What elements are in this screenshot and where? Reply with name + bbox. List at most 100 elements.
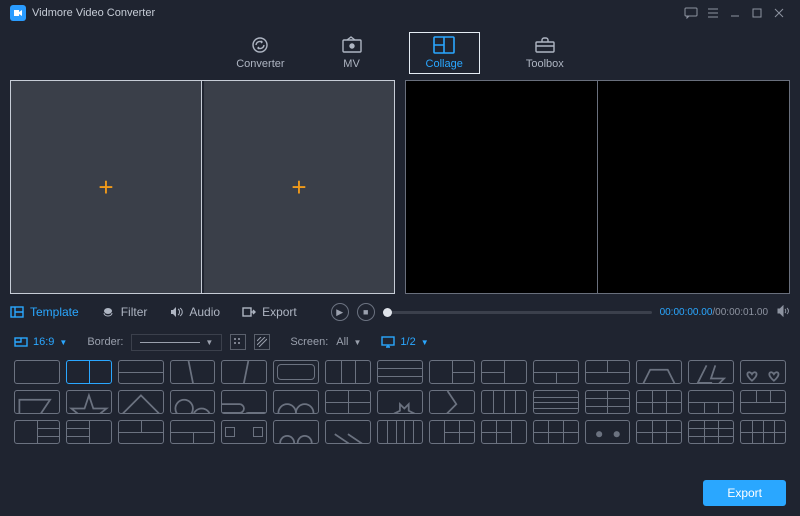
tpl-2sq-inset[interactable] (221, 420, 267, 444)
tpl-3x3-partial[interactable] (636, 420, 682, 444)
tpl-burst[interactable] (377, 390, 423, 414)
tpl-bolt-inset[interactable] (688, 360, 734, 384)
tpl-rounded-inset[interactable] (273, 360, 319, 384)
subtab-export[interactable]: Export (242, 305, 297, 319)
toolbox-icon (534, 36, 556, 54)
collage-cell-1[interactable]: + (11, 81, 202, 293)
tpl-2circles-b[interactable] (273, 390, 319, 414)
maximize-button[interactable] (746, 2, 768, 24)
export-icon (242, 306, 256, 318)
subtab-row: Template Filter Audio Export ▶ ■ 00:00:0… (0, 298, 800, 326)
tpl-t-right[interactable] (481, 360, 527, 384)
tpl-3x1[interactable] (377, 360, 423, 384)
tpl-t-left[interactable] (429, 360, 475, 384)
export-button[interactable]: Export (703, 480, 786, 506)
subtab-template[interactable]: Template (10, 305, 79, 319)
seek-track[interactable] (383, 311, 652, 314)
tpl-flag[interactable] (14, 390, 60, 414)
border-color-button[interactable] (230, 334, 246, 350)
tpl-2circ-inset[interactable] (273, 420, 319, 444)
tpl-quad-b[interactable] (170, 420, 216, 444)
tpl-4x2[interactable] (740, 420, 786, 444)
minimize-button[interactable] (724, 2, 746, 24)
preview-cell-1 (406, 81, 598, 293)
subtab-filter[interactable]: Filter (101, 305, 148, 319)
top-nav: Converter MV Collage Toolbox (0, 26, 800, 80)
filter-icon (101, 306, 115, 318)
border-pattern-button[interactable] (254, 334, 270, 350)
aspect-ratio-select[interactable]: 16:9 ▼ (14, 336, 67, 348)
tpl-hex-inset[interactable] (636, 360, 682, 384)
tpl-puzzle[interactable] (221, 390, 267, 414)
tpl-2x2[interactable] (325, 390, 371, 414)
volume-icon[interactable] (776, 305, 790, 319)
options-row: 16:9 ▼ Border: ▼ Screen: All ▼ 1/2 ▼ (0, 326, 800, 358)
tpl-1x4[interactable] (481, 390, 527, 414)
tpl-2x1[interactable] (118, 360, 164, 384)
tpl-t-top[interactable] (533, 360, 579, 384)
close-button[interactable] (768, 2, 790, 24)
screen-select[interactable]: All ▼ (336, 336, 361, 348)
screen-label: Screen: (290, 336, 328, 348)
page-select[interactable]: 1/2 ▼ (381, 336, 428, 348)
stop-button[interactable]: ■ (357, 303, 375, 321)
chevron-down-icon: ▼ (59, 338, 67, 347)
tpl-4x1[interactable] (533, 390, 579, 414)
tpl-1x5[interactable] (377, 420, 423, 444)
monitor-icon (381, 336, 395, 348)
tpl-star[interactable] (66, 390, 112, 414)
tab-toolbox[interactable]: Toolbox (516, 32, 574, 74)
app-logo-icon (10, 5, 26, 21)
tpl-grid-mixed-a[interactable] (688, 390, 734, 414)
tpl-hearts[interactable] (740, 360, 786, 384)
preview-cell-2 (598, 81, 789, 293)
tpl-diamond[interactable] (118, 390, 164, 414)
tpl-arrows[interactable] (325, 420, 371, 444)
tpl-t-bottom[interactable] (585, 360, 631, 384)
tpl-grid-3x3[interactable] (688, 420, 734, 444)
tpl-3x2c[interactable] (481, 420, 527, 444)
border-label: Border: (87, 336, 123, 348)
collage-cell-2[interactable]: + (204, 81, 394, 293)
border-control: Border: ▼ (87, 334, 270, 351)
tpl-diag-a[interactable] (170, 360, 216, 384)
chevron-down-icon: ▼ (205, 338, 213, 347)
tpl-dots[interactable] (585, 420, 631, 444)
screen-control: Screen: All ▼ (290, 336, 361, 348)
tpl-col-mixed-b[interactable] (66, 420, 112, 444)
tpl-col-mixed-a[interactable] (14, 420, 60, 444)
tpl-quad-a[interactable] (118, 420, 164, 444)
aspect-icon (14, 336, 28, 348)
border-style-select[interactable]: ▼ (131, 334, 222, 351)
tab-converter[interactable]: Converter (226, 32, 294, 74)
footer: Export (703, 480, 786, 506)
add-media-icon: + (291, 172, 306, 203)
subtab-audio[interactable]: Audio (169, 305, 220, 319)
tpl-zigzag[interactable] (429, 390, 475, 414)
tab-mv[interactable]: MV (331, 32, 373, 74)
tpl-1x2[interactable] (66, 360, 112, 384)
tpl-grid-3x2a[interactable] (636, 390, 682, 414)
menu-icon[interactable] (702, 2, 724, 24)
feedback-icon[interactable] (680, 2, 702, 24)
template-grid (0, 358, 800, 446)
tpl-1x1[interactable] (14, 360, 60, 384)
tpl-2circles-a[interactable] (170, 390, 216, 414)
tpl-grid-2x3a[interactable] (585, 390, 631, 414)
tpl-1x3[interactable] (325, 360, 371, 384)
playback-bar: ▶ ■ 00:00:00.00/00:00:01.00 (319, 303, 790, 321)
tpl-diag-b[interactable] (221, 360, 267, 384)
collage-editor: + + (10, 80, 395, 294)
app-title: Vidmore Video Converter (32, 7, 155, 19)
template-icon (10, 306, 24, 318)
tpl-2x3b[interactable] (533, 420, 579, 444)
tab-collage[interactable]: Collage (409, 32, 480, 74)
play-button[interactable]: ▶ (331, 303, 349, 321)
mv-icon (341, 36, 363, 54)
tpl-3x2b[interactable] (429, 420, 475, 444)
preview-panel (405, 80, 790, 294)
tpl-grid-mixed-b[interactable] (740, 390, 786, 414)
add-media-icon: + (98, 172, 113, 203)
chevron-down-icon: ▼ (421, 338, 429, 347)
seek-knob[interactable] (383, 308, 392, 317)
